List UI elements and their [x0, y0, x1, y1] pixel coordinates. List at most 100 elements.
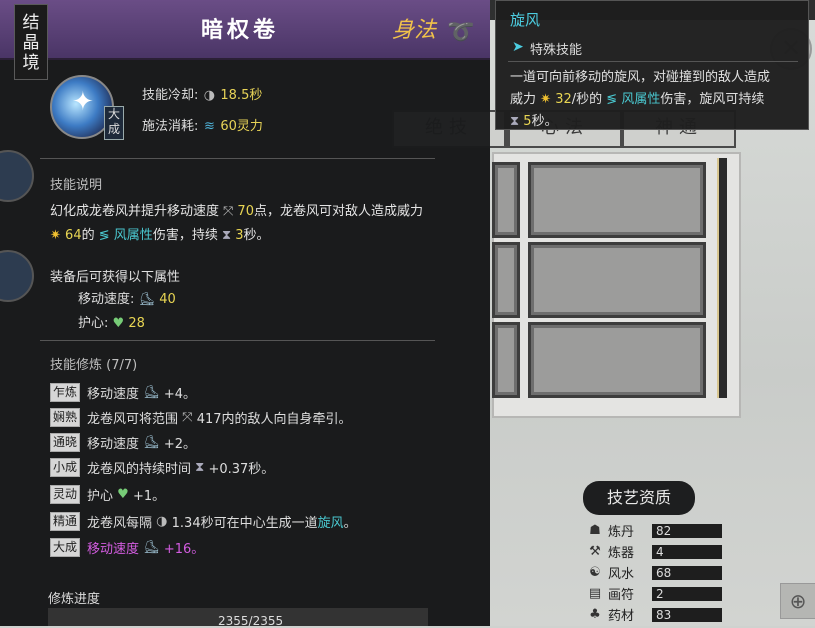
equip-grid	[492, 152, 741, 418]
hourglass-icon: ⧗	[221, 228, 232, 243]
tornado-figure-icon: ✦	[72, 87, 94, 117]
cooldown-stat: 技能冷却: ◑ 18.5秒	[142, 84, 262, 103]
desc-value: 64	[65, 228, 82, 243]
skills-panel-title: 技艺资质	[583, 481, 695, 515]
training-tag: 大成	[50, 537, 81, 557]
desc-text: 秒。	[531, 114, 558, 129]
training-text: 。	[343, 515, 357, 531]
zoom-icon[interactable]: ⊕	[780, 583, 815, 619]
skill-value: 83	[652, 607, 722, 622]
equip-slot[interactable]	[492, 242, 520, 318]
training-row: 娴熟 龙卷风可将范围 ⤧ 417内的敌人向自身牵引。	[50, 407, 352, 427]
skill-tooltip: 暗权卷 身法 ➰ 结晶境 ✦ 大成 技能冷却: ◑ 18.5秒 施法消耗: ≋ 60灵力…	[0, 0, 490, 628]
divider	[40, 158, 435, 159]
training-tag: 娴熟	[50, 407, 81, 427]
desc-value: 5	[523, 114, 532, 129]
talisman-icon: ▤	[588, 586, 602, 601]
training-value: 417内的敌人向自身牵引。	[196, 411, 352, 427]
training-text: 移动速度	[87, 386, 140, 402]
attr-label: 护心:	[78, 316, 109, 331]
pill-icon: ☗	[589, 523, 601, 538]
hammer-icon: ⚒	[589, 544, 601, 559]
boot-icon: ⛸	[143, 434, 160, 450]
heart-shield-icon: ♥	[112, 316, 125, 331]
skill-name: 药材	[608, 609, 635, 624]
equip-slot[interactable]	[492, 162, 520, 238]
wind-element-icon: ≶	[98, 228, 110, 243]
desc-value: 32	[555, 92, 572, 107]
sun-icon: ✷	[50, 228, 61, 243]
training-title: 技能修炼 (7/7)	[50, 358, 138, 373]
attr-value: 40	[159, 292, 176, 307]
attr-label: 移动速度:	[78, 292, 135, 307]
clock-icon: ◑	[156, 513, 168, 529]
skill-value: 82	[652, 523, 722, 538]
skill-title: 暗权卷	[200, 17, 279, 43]
desc-text: 点，龙卷风可对敌人造成威力	[253, 204, 423, 219]
desc-text: 一道可向前移动的旋风，对碰撞到的敌人造成	[510, 70, 771, 85]
skill-description: 幻化成龙卷风并提升移动速度 ⤧ 70点，龙卷风可对敌人造成威力 ✷ 64的 ≶ 风属…	[50, 200, 450, 248]
clock-icon: ◑	[203, 88, 216, 103]
attr-guard: 护心: ♥ 28	[78, 312, 145, 331]
cooldown-label: 技能冷却:	[142, 88, 199, 103]
training-text: 移动速度	[87, 436, 140, 452]
attr-value: 28	[128, 316, 145, 331]
training-row: 通晓 移动速度 ⛸ +2。	[50, 432, 196, 452]
tooltip-header: 暗权卷 身法 ➰	[0, 0, 490, 60]
equip-title: 装备后可获得以下属性	[50, 270, 181, 285]
training-tag: 乍炼	[50, 382, 81, 402]
skill-name: 画符	[608, 588, 635, 603]
linked-skill-tooltip: 旋风 ➤ 特殊技能 一道可向前移动的旋风，对碰撞到的敌人造成 威力 ✷ 32/秒…	[495, 0, 809, 130]
range-icon: ⤧	[182, 409, 193, 425]
skill-level-badge: 大成	[104, 106, 124, 140]
training-tag: 通晓	[50, 432, 81, 452]
linked-skill-description: 一道可向前移动的旋风，对碰撞到的敌人造成 威力 ✷ 32/秒的 ≶ 风属性伤害，…	[510, 67, 800, 133]
wind-element-icon: ≶	[606, 92, 618, 107]
equip-slot[interactable]	[528, 322, 706, 398]
training-value: +1。	[132, 488, 166, 504]
desc-text: 幻化成龙卷风并提升移动速度	[50, 204, 220, 219]
skill-value: 2	[652, 586, 722, 601]
divider	[508, 61, 798, 62]
cost-stat: 施法消耗: ≋ 60灵力	[142, 115, 263, 134]
linked-skill-title: 旋风	[510, 11, 541, 29]
desc-text: 秒。	[243, 228, 270, 243]
skill-row: ☯ 风水 68	[588, 562, 748, 583]
training-text: 龙卷风可将范围	[87, 411, 179, 427]
training-text: 龙卷风的持续时间	[87, 461, 192, 477]
training-tag: 灵动	[50, 484, 81, 504]
linked-skill-tag: 特殊技能	[530, 43, 583, 58]
skill-value: 68	[652, 565, 722, 580]
progress-label: 修炼进度	[48, 592, 101, 607]
training-link: 旋风	[317, 515, 344, 531]
attr-speed: 移动速度: ⛸ 40	[78, 288, 176, 307]
divider	[40, 340, 435, 341]
equip-slot[interactable]	[528, 162, 706, 238]
training-row: 大成 移动速度 ⛸ +16。	[50, 537, 204, 557]
skill-name: 炼器	[608, 546, 635, 561]
equip-slot[interactable]	[528, 242, 706, 318]
desc-text: 威力	[510, 92, 537, 107]
training-value: +0.37秒。	[208, 461, 275, 477]
scrollbar[interactable]	[717, 158, 727, 398]
skill-row: ☗ 炼丹 82	[588, 520, 748, 541]
training-row: 灵动 护心 ♥ +1。	[50, 484, 165, 504]
training-value: +16。	[163, 541, 205, 557]
description-title: 技能说明	[50, 178, 103, 193]
training-value: 1.34秒可在中心生成一道	[171, 515, 318, 531]
training-text: 移动速度	[87, 541, 140, 557]
training-text: 龙卷风每隔	[87, 515, 153, 531]
equip-slot[interactable]	[492, 322, 520, 398]
desc-value: 70	[237, 204, 254, 219]
skill-row: ▤ 画符 2	[588, 583, 748, 604]
cost-value: 60灵力	[220, 119, 263, 134]
hourglass-icon: ⧗	[510, 114, 520, 129]
training-tag: 精通	[50, 511, 81, 531]
desc-text: 伤害，旋风可持续	[660, 92, 765, 107]
skill-name: 炼丹	[608, 525, 635, 540]
boot-icon: ⛸	[138, 292, 156, 307]
style-tag: 身法	[392, 18, 437, 43]
wind-icon: ➰	[447, 20, 475, 45]
training-row: 小成 龙卷风的持续时间 ⧗ +0.37秒。	[50, 457, 274, 477]
desc-text: 的	[81, 228, 95, 243]
